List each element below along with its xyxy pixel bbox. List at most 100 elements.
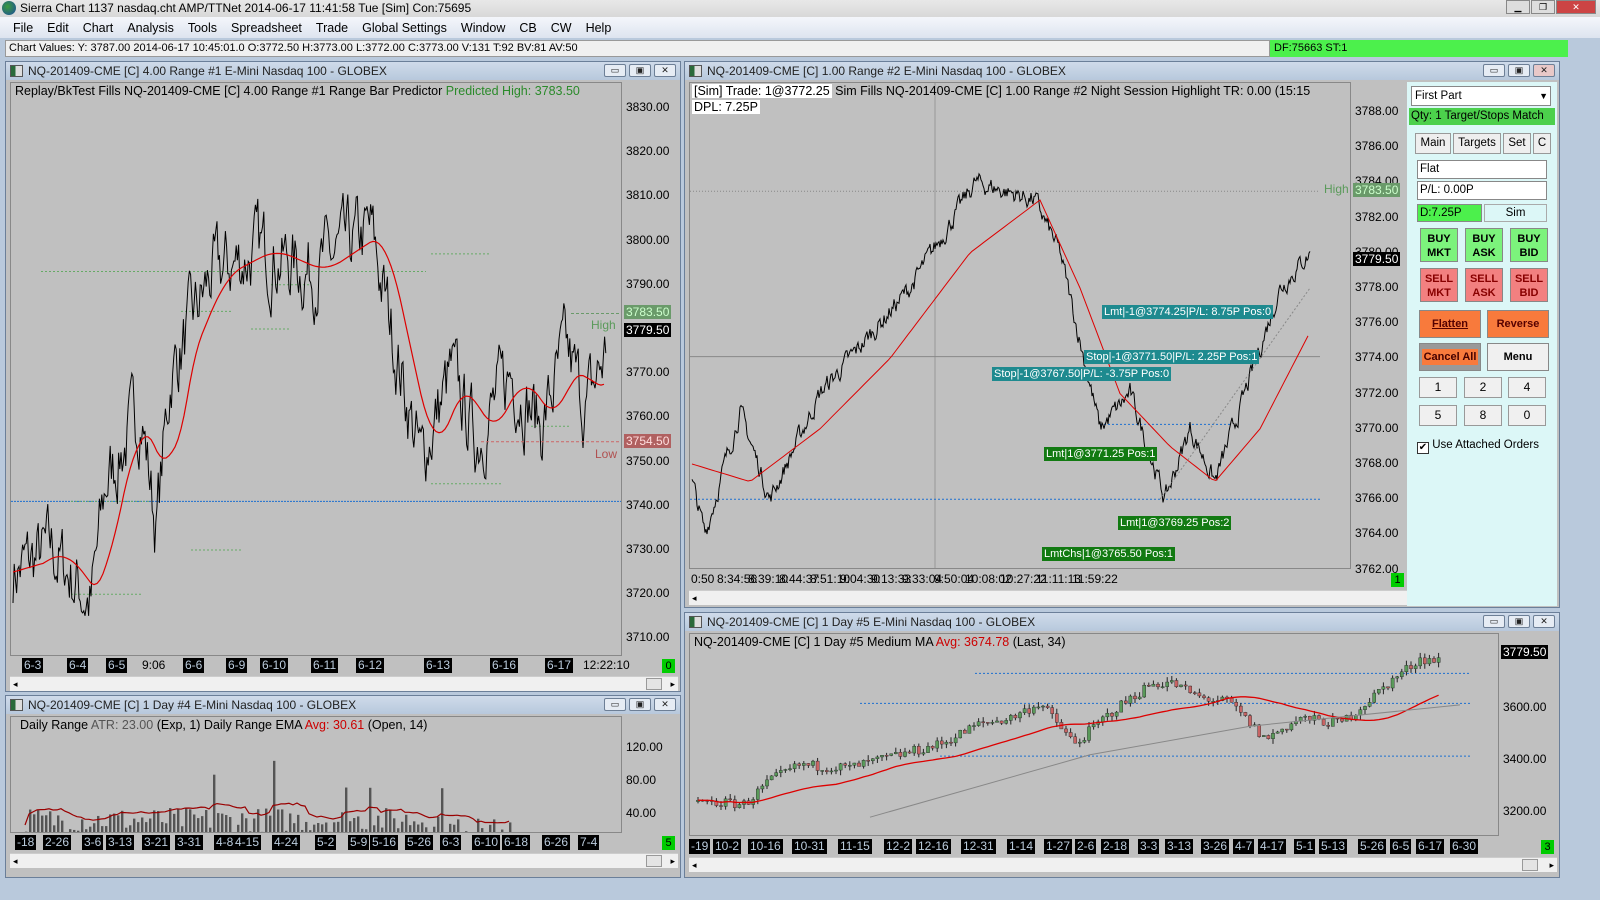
menu-window[interactable]: Window [454, 21, 512, 35]
range-bar [421, 822, 424, 832]
qty-button-2[interactable]: 2 [1464, 377, 1502, 398]
candle [1027, 708, 1032, 714]
chart-icon [10, 699, 23, 711]
chart5-plot[interactable]: NQ-201409-CME [C] 1 Day #5 Medium MA Avg… [689, 633, 1499, 836]
menu-spreadsheet[interactable]: Spreadsheet [224, 21, 309, 35]
menu-analysis[interactable]: Analysis [120, 21, 181, 35]
maximize-button[interactable]: ▣ [629, 64, 651, 77]
order-label[interactable]: Lmt|1@3771.25 Pos:1 [1044, 447, 1158, 461]
qty-button-5[interactable]: 5 [1419, 405, 1457, 426]
range-bar [277, 809, 280, 832]
candle [733, 799, 737, 808]
close-button[interactable]: ✕ [654, 698, 676, 711]
candle [1413, 665, 1418, 669]
menu-global-settings[interactable]: Global Settings [355, 21, 454, 35]
trade-mode-select[interactable]: First Part ▼ [1411, 86, 1551, 106]
low-label: Low [595, 447, 618, 461]
order-label[interactable]: Lmt|-1@3774.25|P/L: 8.75P Pos:0 [1102, 305, 1274, 319]
qty-button-8[interactable]: 8 [1464, 405, 1502, 426]
price-tick-label: 3810.00 [626, 188, 670, 203]
tab-targets[interactable]: Targets [1453, 133, 1501, 154]
menu-button[interactable]: Menu [1487, 343, 1549, 371]
reverse-button[interactable]: Reverse [1487, 310, 1549, 338]
menu-edit[interactable]: Edit [40, 21, 76, 35]
trade-window: First Part ▼ Qty: 1 Target/Stops Match Ma… [1407, 82, 1557, 606]
chart4-titlebar[interactable]: NQ-201409-CME [C] 1 Day #4 E-Mini Nasdaq… [6, 696, 680, 714]
menu-cb[interactable]: CB [512, 21, 543, 35]
maximize-button[interactable]: ▣ [1508, 64, 1530, 77]
qty-button-1[interactable]: 1 [1419, 377, 1457, 398]
tab-more[interactable]: C [1533, 133, 1551, 154]
menu-file[interactable]: File [6, 21, 40, 35]
qty-button-0[interactable]: 0 [1508, 405, 1546, 426]
menu-chart[interactable]: Chart [76, 21, 121, 35]
chart1-titlebar[interactable]: NQ-201409-CME [C] 4.00 Range #1 E-Mini N… [6, 62, 680, 80]
candle [792, 763, 797, 769]
scroll-thumb[interactable] [1522, 859, 1538, 871]
minimize-button[interactable]: ▭ [1483, 615, 1505, 628]
order-label[interactable]: LmtChs|1@3765.50 Pos:1 [1042, 547, 1175, 561]
cancel-all-button[interactable]: Cancel All [1419, 343, 1481, 371]
order-label[interactable]: Stop|-1@3771.50|P/L: 2.25P Pos:1 [1084, 350, 1260, 364]
close-button[interactable]: ✕ [1556, 0, 1596, 14]
attached-orders-checkbox[interactable]: ✔ [1417, 442, 1429, 454]
chart-window-4: NQ-201409-CME [C] 1 Day #4 E-Mini Nasdaq… [5, 695, 681, 878]
restore-button[interactable]: ❐ [1531, 0, 1555, 14]
close-button[interactable]: ✕ [1533, 64, 1555, 77]
chart5-titlebar[interactable]: NQ-201409-CME [C] 1 Day #5 E-Mini Nasdaq… [685, 613, 1559, 631]
range-bar [265, 808, 268, 832]
chart-window-5: NQ-201409-CME [C] 1 Day #5 E-Mini Nasdaq… [684, 612, 1560, 878]
menu-trade[interactable]: Trade [309, 21, 355, 35]
minimize-button[interactable]: ▭ [604, 64, 626, 77]
candle [1367, 702, 1372, 707]
maximize-button[interactable]: ▣ [629, 698, 651, 711]
chart1-price-axis[interactable]: 3830.003820.003810.003800.003790.003780.… [622, 82, 680, 656]
candle [986, 722, 990, 724]
close-button[interactable]: ✕ [1533, 615, 1555, 628]
scroll-thumb[interactable] [646, 855, 662, 867]
menu-tools[interactable]: Tools [181, 21, 224, 35]
flatten-button[interactable]: Flatten [1419, 310, 1481, 338]
candle [1188, 685, 1193, 693]
order-label[interactable]: Lmt|1@3769.25 Pos:2 [1118, 516, 1232, 530]
sell-market-button[interactable]: SELL MKT [1420, 268, 1458, 302]
chart5-scrollbar[interactable]: ◂ ▸ [689, 857, 1557, 872]
buy-market-button[interactable]: BUY MKT [1420, 228, 1458, 262]
candle [903, 751, 907, 757]
menu-help[interactable]: Help [579, 21, 619, 35]
candle [1386, 686, 1390, 689]
range-bar [453, 824, 456, 832]
chart2-price-axis[interactable]: 3788.003786.003784.003782.003780.003778.… [1351, 82, 1407, 576]
order-label[interactable]: Stop|-1@3767.50|P/L: -3.75P Pos:0 [992, 367, 1172, 381]
candle [1340, 718, 1344, 722]
candle [1248, 715, 1252, 727]
maximize-button[interactable]: ▣ [1508, 615, 1530, 628]
tab-settings[interactable]: Set [1503, 133, 1531, 154]
chart2-titlebar[interactable]: NQ-201409-CME [C] 1.00 Range #2 E-Mini N… [685, 62, 1559, 80]
sell-bid-button[interactable]: SELL BID [1510, 268, 1548, 302]
minimize-button[interactable]: ▭ [604, 698, 626, 711]
minimize-button[interactable]: ▭ [1483, 64, 1505, 77]
scroll-thumb[interactable] [646, 678, 662, 690]
buy-bid-button[interactable]: BUY BID [1510, 228, 1548, 262]
tab-main[interactable]: Main [1415, 133, 1451, 154]
chart1-scrollbar[interactable]: ◂ ▸ [10, 676, 678, 691]
price-line [12, 193, 607, 616]
range-bar [117, 815, 120, 832]
buy-ask-button[interactable]: BUY ASK [1465, 228, 1503, 262]
menu-cw[interactable]: CW [544, 21, 579, 35]
chart4-price-axis[interactable]: 120.00 80.00 40.00 [622, 716, 680, 833]
chart2-plot[interactable]: [Sim] Trade: 1@3772.25 Sim Fills NQ-2014… [689, 82, 1351, 569]
use-attached-orders[interactable]: ✔ Use Attached Orders [1417, 439, 1539, 454]
chart4-scrollbar[interactable]: ◂ ▸ [10, 853, 678, 868]
close-button[interactable]: ✕ [654, 64, 676, 77]
minimize-button[interactable]: ▁ [1506, 0, 1530, 14]
chart5-price-axis[interactable]: 3600.00 3400.00 3200.00 3779.50 [1499, 633, 1557, 836]
candle [1009, 715, 1013, 721]
range-bar [489, 824, 492, 832]
chart1-plot[interactable]: Replay/BkTest Fills NQ-201409-CME [C] 4.… [10, 82, 622, 656]
sell-ask-button[interactable]: SELL ASK [1465, 268, 1503, 302]
chart4-plot[interactable]: Daily Range ATR: 23.00 (Exp, 1) Daily Ra… [10, 716, 622, 833]
price-tick-label: 3778.00 [1355, 280, 1399, 294]
qty-button-4[interactable]: 4 [1508, 377, 1546, 398]
